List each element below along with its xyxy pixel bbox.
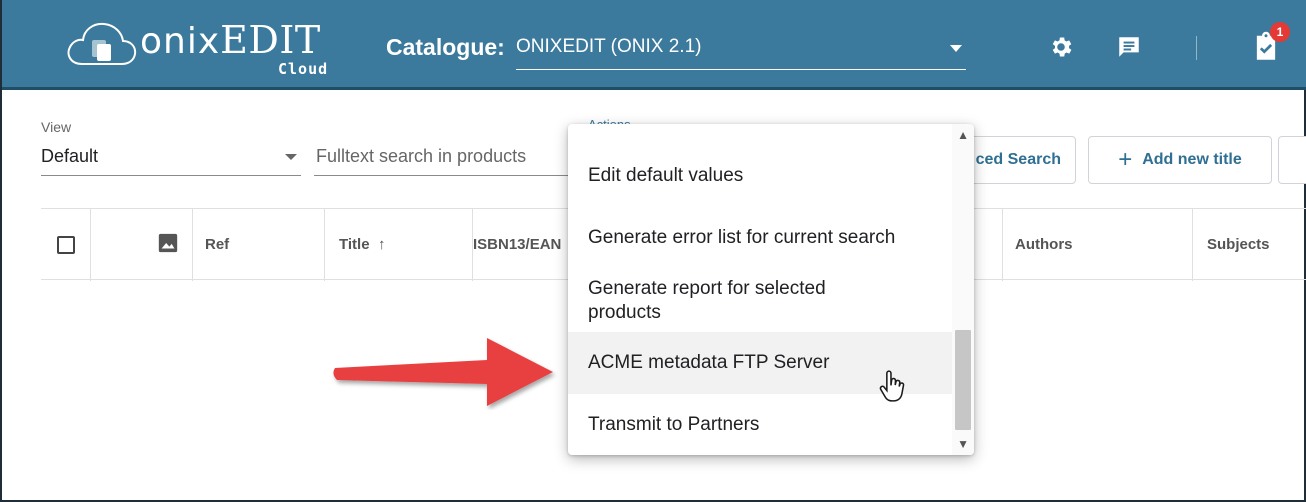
column-ref[interactable]: Ref (193, 209, 325, 281)
cloud-logo-icon (67, 22, 137, 65)
view-value: Default (41, 146, 99, 166)
notification-badge: 1 (1270, 22, 1290, 42)
advanced-search-label: ced Search (975, 151, 1061, 168)
header-divider (1196, 36, 1197, 60)
logo-wordmark: onixEDIT (140, 18, 321, 62)
image-icon (158, 233, 178, 253)
chat-message-icon[interactable] (1116, 34, 1142, 60)
view-select[interactable]: Default (41, 140, 301, 176)
settings-gear-icon[interactable] (1048, 34, 1074, 60)
fulltext-search-input[interactable]: Fulltext search in products (314, 140, 574, 176)
view-label: View (41, 119, 72, 135)
column-authors[interactable]: Authors (1003, 209, 1193, 281)
app-window: onixEDIT Cloud Catalogue: ONIXEDIT (ONIX… (0, 0, 1306, 502)
menu-item-generate-report[interactable]: Generate report for selected products (568, 270, 952, 332)
annotation-arrow-icon (333, 338, 553, 406)
add-new-title-label: Add new title (1142, 151, 1242, 168)
app-header: onixEDIT Cloud Catalogue: ONIXEDIT (ONIX… (2, 0, 1306, 90)
menu-scrollbar[interactable]: ▲ ▼ (952, 124, 974, 455)
hand-cursor-icon (879, 370, 905, 402)
column-title[interactable]: Title ↑ (325, 209, 473, 281)
chevron-down-icon (285, 154, 297, 160)
image-column-cell (91, 209, 193, 281)
scrollbar-thumb[interactable] (955, 330, 971, 430)
catalogue-value: ONIXEDIT (ONIX 2.1) (516, 36, 702, 57)
select-all-checkbox[interactable] (57, 236, 75, 254)
chevron-down-icon (950, 45, 962, 52)
plus-icon: + (1118, 146, 1133, 173)
catalogue-label: Catalogue: (386, 34, 505, 60)
column-subjects[interactable]: Subjects (1193, 209, 1306, 281)
select-all-cell (41, 209, 91, 281)
scroll-down-icon[interactable]: ▼ (957, 437, 969, 451)
sort-ascending-icon: ↑ (378, 236, 386, 253)
menu-item-error-list[interactable]: Generate error list for current search (568, 208, 952, 268)
scroll-up-icon[interactable]: ▲ (957, 128, 969, 142)
more-button[interactable] (1278, 136, 1306, 184)
menu-item-edit-defaults[interactable]: Edit default values (568, 146, 952, 206)
search-placeholder: Fulltext search in products (316, 146, 527, 166)
actions-menu: Edit default values Generate error list … (568, 124, 974, 455)
logo-subtitle: Cloud (278, 60, 329, 78)
catalogue-select[interactable]: ONIXEDIT (ONIX 2.1) (516, 30, 966, 70)
add-new-title-button[interactable]: + Add new title (1088, 136, 1272, 184)
